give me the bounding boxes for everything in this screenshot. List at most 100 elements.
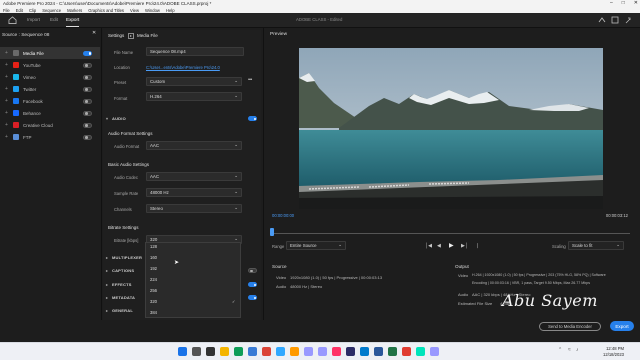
bitrate-option[interactable]: 256: [150, 288, 157, 293]
destination-creative-cloud[interactable]: + Creative Cloud: [0, 119, 100, 131]
bitrate-option[interactable]: 128: [150, 244, 157, 249]
explorer-icon[interactable]: [220, 347, 229, 356]
acrobat-icon[interactable]: [402, 347, 411, 356]
format-dropdown[interactable]: H.264 ⌄: [146, 92, 242, 101]
captions-section-header[interactable]: ▸ CAPTIONS: [106, 268, 134, 273]
destination-behance[interactable]: + Behance: [0, 107, 100, 119]
volume-icon[interactable]: ♪: [576, 347, 579, 353]
taskview-icon[interactable]: [206, 347, 215, 356]
destination-toggle[interactable]: [83, 74, 92, 80]
previous-frame-icon[interactable]: ◀: [437, 243, 441, 249]
add-icon[interactable]: +: [5, 98, 8, 104]
preset-dropdown[interactable]: Custom ⌄: [146, 77, 242, 86]
premiere2-icon[interactable]: [430, 347, 439, 356]
send-to-media-encoder-button[interactable]: Send to Media Encoder: [539, 322, 601, 331]
add-icon[interactable]: +: [5, 62, 8, 68]
location-link[interactable]: C:\User...ents\Adobe\Premiere Pro\24.0: [146, 65, 220, 70]
destination-toggle[interactable]: [83, 98, 92, 104]
edge-icon[interactable]: [234, 347, 243, 356]
panel-divider[interactable]: [263, 28, 264, 320]
bitrate-option[interactable]: 224: [150, 277, 157, 282]
indesign-icon[interactable]: [332, 347, 341, 356]
home-icon[interactable]: [8, 16, 17, 24]
add-icon[interactable]: +: [5, 134, 8, 140]
menu-edit[interactable]: Edit: [16, 8, 23, 13]
store-icon[interactable]: [248, 347, 257, 356]
photoshop-icon[interactable]: [276, 347, 285, 356]
tab-export[interactable]: Export: [66, 17, 80, 27]
metadata-section-header[interactable]: ▸ METADATA: [106, 295, 135, 300]
bitrate-option[interactable]: 384: [150, 310, 157, 315]
audio-toggle[interactable]: [248, 116, 257, 121]
add-icon[interactable]: +: [5, 74, 8, 80]
menu-graphics-and-titles[interactable]: Graphics and Titles: [88, 8, 124, 13]
audio-section-header[interactable]: ▾ AUDIO: [106, 116, 126, 121]
system-clock[interactable]: 12:48 PM 12/18/2023: [603, 346, 624, 357]
menu-window[interactable]: Window: [145, 8, 160, 13]
preview-video-frame[interactable]: [299, 48, 603, 209]
destination-twitter[interactable]: + Twitter: [0, 83, 100, 95]
menu-clip[interactable]: Clip: [29, 8, 36, 13]
effects-section-header[interactable]: ▸ EFFECTS: [106, 282, 132, 287]
tab-edit[interactable]: Edit: [50, 17, 58, 22]
excel-icon[interactable]: [388, 347, 397, 356]
search-icon[interactable]: [192, 347, 201, 356]
scrubber-track[interactable]: [272, 233, 630, 234]
bitrate-option[interactable]: 160: [150, 255, 157, 260]
chrome-icon[interactable]: [262, 347, 271, 356]
captions-toggle[interactable]: [248, 268, 257, 273]
wifi-icon[interactable]: ≈: [568, 347, 571, 353]
tray-chevron-icon[interactable]: ⌃: [558, 347, 562, 353]
destination-toggle[interactable]: [83, 62, 92, 68]
destination-toggle[interactable]: [83, 86, 92, 92]
next-frame-icon[interactable]: ▶│: [461, 243, 468, 249]
channels-dropdown[interactable]: Stereo ⌄: [146, 204, 242, 213]
play-icon[interactable]: ▶: [449, 242, 454, 249]
scaling-dropdown[interactable]: Scale to fit ⌄: [568, 241, 624, 250]
vscode-icon[interactable]: [360, 347, 369, 356]
preset-menu-icon[interactable]: •••: [248, 77, 252, 83]
destination-toggle[interactable]: [83, 110, 92, 116]
destination-youtube[interactable]: + YouTube: [0, 59, 100, 71]
range-dropdown[interactable]: Entire Source ⌄: [286, 241, 346, 250]
audio-codec-dropdown[interactable]: AAC ⌄: [146, 172, 242, 181]
out-point-icon[interactable]: ∣: [476, 243, 479, 249]
panel-divider[interactable]: [101, 28, 102, 320]
windows-icon[interactable]: [178, 347, 187, 356]
multiplexer-section-header[interactable]: ▸ MULTIPLEXER: [106, 255, 142, 260]
destination-toggle[interactable]: [83, 50, 92, 56]
menu-help[interactable]: Help: [166, 8, 175, 13]
bitrate-option-selected[interactable]: 320: [150, 299, 157, 304]
destination-media-file[interactable]: + Media File: [0, 47, 100, 59]
menu-sequence[interactable]: Sequence: [42, 8, 61, 13]
aftereffects-icon[interactable]: [318, 347, 327, 356]
audio-format-dropdown[interactable]: AAC ⌄: [146, 141, 242, 150]
tab-import[interactable]: Import: [27, 17, 40, 22]
audition-icon[interactable]: [416, 347, 425, 356]
illustrator-icon[interactable]: [290, 347, 299, 356]
file-name-input[interactable]: Sequence 08.mp4: [146, 47, 244, 56]
menu-markers[interactable]: Markers: [67, 8, 82, 13]
destination-toggle[interactable]: [83, 134, 92, 140]
close-icon[interactable]: ✕: [92, 31, 96, 36]
menu-view[interactable]: View: [130, 8, 139, 13]
bitrate-option[interactable]: 192: [150, 266, 157, 271]
destination-facebook[interactable]: + Facebook: [0, 95, 100, 107]
add-icon[interactable]: +: [5, 110, 8, 116]
maximize-icon[interactable]: □: [622, 0, 625, 6]
playhead[interactable]: [270, 228, 274, 236]
minimize-icon[interactable]: –: [610, 0, 613, 6]
sample-rate-dropdown[interactable]: 48000 Hz ⌄: [146, 188, 242, 197]
add-icon[interactable]: +: [5, 50, 8, 56]
menu-file[interactable]: File: [3, 8, 10, 13]
fullscreen-icon[interactable]: [611, 16, 619, 24]
general-section-header[interactable]: ▸ GENERAL: [106, 308, 133, 313]
export-button[interactable]: Export: [610, 321, 634, 331]
destination-toggle[interactable]: [83, 122, 92, 128]
destination-vimeo[interactable]: + Vimeo: [0, 71, 100, 83]
effects-toggle[interactable]: [248, 282, 257, 287]
add-icon[interactable]: +: [5, 86, 8, 92]
mediaencoder-icon[interactable]: [346, 347, 355, 356]
premiere-icon[interactable]: [304, 347, 313, 356]
metadata-toggle[interactable]: [248, 295, 257, 300]
